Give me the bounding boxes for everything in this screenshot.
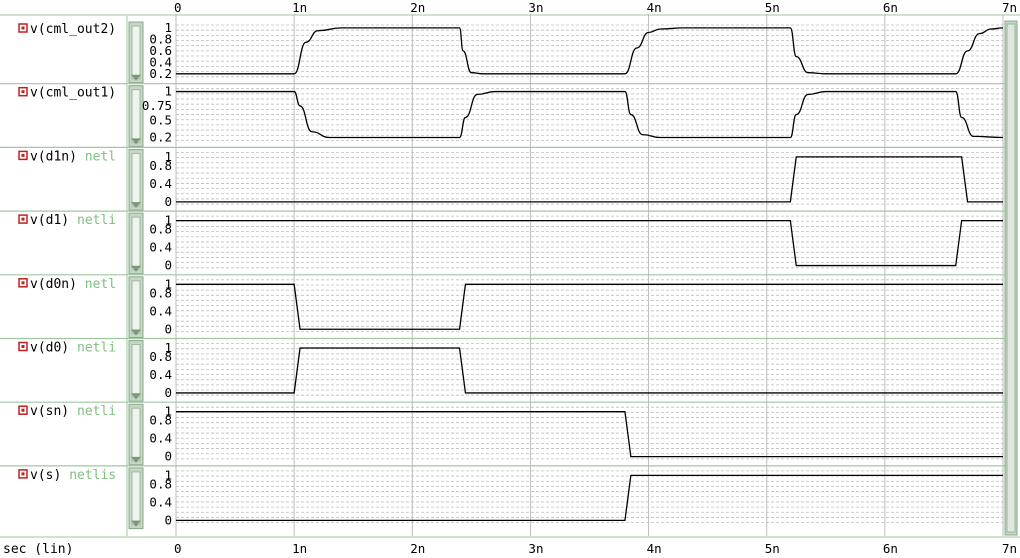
time-tick-label-top: 0 [174, 0, 182, 15]
panel-scroll-thumb[interactable] [131, 344, 141, 398]
panel-scroll-thumb[interactable] [131, 407, 141, 462]
signal-source-label: netlis [69, 468, 116, 483]
signal-marker-dot [21, 90, 25, 94]
signal-name[interactable]: v(d1n) [30, 149, 77, 164]
signal-name[interactable]: v(s) [30, 468, 61, 483]
y-tick-label: 0.4 [149, 367, 172, 382]
signal-source-label: netli [77, 341, 116, 356]
panel-scroll-thumb[interactable] [131, 89, 141, 143]
time-tick-label-bottom: 2n [410, 541, 425, 556]
scrollbar-thumb[interactable] [1006, 23, 1016, 533]
signal-marker-dot [21, 345, 25, 348]
waveform-viewer: v(cml_out2) 10.80.60.40.2v(cml_out1) 10.75… [0, 0, 1020, 558]
y-tick-label: 0 [164, 512, 172, 527]
y-tick-label: 0.4 [149, 431, 172, 446]
panel-scroll-thumb[interactable] [131, 25, 141, 80]
y-tick-label: 1 [164, 84, 172, 99]
time-tick-label-bottom: 0 [174, 541, 182, 556]
y-tick-label: 0.8 [149, 222, 172, 237]
y-tick-label: 0.5 [149, 112, 172, 127]
y-tick-label: 0.4 [149, 240, 172, 255]
y-tick-label: 0.8 [149, 285, 172, 300]
time-tick-label-bottom: 1n [292, 541, 307, 556]
y-tick-label: 0.8 [149, 349, 172, 364]
y-tick-label: 0 [164, 194, 172, 209]
signal-marker-dot [21, 153, 25, 157]
signal-marker-dot [21, 26, 25, 30]
time-tick-label-top: 2n [410, 0, 425, 15]
y-tick-label: 0 [164, 385, 172, 400]
y-tick-label: 0.4 [149, 176, 172, 191]
panel-scroll-thumb[interactable] [131, 471, 141, 526]
y-tick-label: 0.2 [149, 130, 172, 145]
y-tick-label: 0.75 [142, 98, 172, 113]
y-tick-label: 0.8 [149, 158, 172, 173]
time-tick-label-top: 4n [647, 0, 662, 15]
time-tick-label-top: 7n [1002, 0, 1017, 15]
signal-source-label: netli [77, 213, 116, 228]
signal-source-label: netli [77, 404, 116, 419]
x-axis-unit-label: sec (lin) [3, 542, 73, 557]
signal-name[interactable]: v(cml_out1) [30, 86, 116, 101]
time-tick-label-top: 6n [883, 0, 898, 15]
y-tick-label: 0.4 [149, 303, 172, 318]
time-tick-label-bottom: 5n [765, 541, 780, 556]
time-tick-label-top: 1n [292, 0, 307, 15]
panel-scroll-thumb[interactable] [131, 152, 141, 207]
signal-marker-dot [21, 281, 25, 285]
time-tick-label-bottom: 7n [1002, 541, 1017, 556]
panel-scroll-thumb[interactable] [131, 216, 141, 271]
time-tick-label-bottom: 4n [647, 541, 662, 556]
signal-name[interactable]: v(d0n) [30, 277, 77, 292]
panel-scroll-thumb[interactable] [131, 280, 141, 334]
signal-name[interactable]: v(sn) [30, 404, 69, 419]
y-tick-label: 0 [164, 449, 172, 464]
time-tick-label-top: 3n [528, 0, 543, 15]
signal-name[interactable]: v(d0) [30, 341, 69, 356]
y-tick-label: 0.4 [149, 494, 172, 509]
signal-name[interactable]: v(d1) [30, 213, 69, 228]
signal-source-label: netl [85, 149, 116, 164]
y-tick-label: 0 [164, 258, 172, 273]
y-tick-label: 0.2 [149, 66, 172, 81]
signal-marker-dot [21, 217, 25, 221]
signal-name[interactable]: v(cml_out2) [30, 22, 116, 37]
y-tick-label: 0.8 [149, 413, 172, 428]
signal-source-label: netl [85, 277, 116, 292]
signal-marker-dot [21, 472, 25, 476]
time-tick-label-bottom: 3n [528, 541, 543, 556]
time-tick-label-bottom: 6n [883, 541, 898, 556]
time-tick-label-top: 5n [765, 0, 780, 15]
signal-marker-dot [21, 408, 25, 412]
y-tick-label: 0 [164, 321, 172, 336]
y-tick-label: 0.8 [149, 476, 172, 491]
